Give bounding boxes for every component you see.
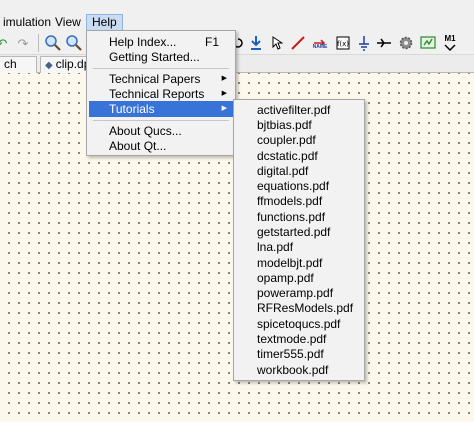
equation-icon[interactable]: f(x) bbox=[333, 33, 353, 53]
gear-icon[interactable] bbox=[396, 33, 416, 53]
tutorial-item[interactable]: functions.pdf bbox=[236, 210, 362, 225]
menu-item-about-qucs[interactable]: About Qucs... bbox=[89, 123, 233, 139]
menu-item-technical-papers[interactable]: Technical Papers ▶ bbox=[89, 71, 233, 87]
document-tabbar: ch ◆ clip.dp bbox=[0, 55, 474, 73]
tutorial-item[interactable]: modelbjt.pdf bbox=[236, 256, 362, 271]
help-index-label: Help Index... bbox=[109, 35, 177, 49]
menu-item-about-qt[interactable]: About Qt... bbox=[89, 138, 233, 154]
model-icon[interactable]: M1 bbox=[440, 33, 460, 53]
ground-icon[interactable] bbox=[354, 33, 374, 53]
undo-icon[interactable]: ↶ bbox=[0, 33, 12, 53]
help-menu: Help Index... F1 Getting Started... Tech… bbox=[86, 30, 236, 156]
wire-icon[interactable] bbox=[288, 33, 308, 53]
tutorial-item[interactable]: getstarted.pdf bbox=[236, 225, 362, 240]
tab-clip[interactable]: ◆ clip.dp bbox=[40, 56, 88, 73]
tab-schematic[interactable]: ch bbox=[0, 56, 37, 73]
tutorial-item[interactable]: workbook.pdf bbox=[236, 363, 362, 378]
zoom-in-icon[interactable] bbox=[43, 33, 63, 53]
name-label-text: NAME bbox=[312, 43, 328, 50]
tutorial-item[interactable]: spicetoqucs.pdf bbox=[236, 317, 362, 332]
technical-reports-label: Technical Reports bbox=[109, 87, 205, 101]
simulate-icon[interactable] bbox=[418, 33, 438, 53]
toolbar: ↶ ↷ NAME f(x) M1 bbox=[0, 31, 474, 55]
tutorials-label: Tutorials bbox=[109, 102, 155, 116]
tutorial-item[interactable]: coupler.pdf bbox=[236, 133, 362, 148]
menu-item-tutorials[interactable]: Tutorials ▶ bbox=[89, 101, 233, 117]
submenu-arrow-icon: ▶ bbox=[221, 90, 227, 97]
download-arrow-icon[interactable] bbox=[246, 33, 266, 53]
tutorial-item[interactable]: poweramp.pdf bbox=[236, 286, 362, 301]
tutorial-item[interactable]: equations.pdf bbox=[236, 179, 362, 194]
tutorial-item[interactable]: timer555.pdf bbox=[236, 347, 362, 362]
technical-papers-label: Technical Papers bbox=[109, 72, 201, 86]
tutorials-submenu: activefilter.pdf bjtbias.pdf coupler.pdf… bbox=[233, 99, 365, 381]
menu-view[interactable]: View bbox=[50, 14, 86, 31]
label-icon[interactable]: NAME bbox=[310, 33, 330, 53]
tab-schematic-label: ch bbox=[4, 57, 17, 71]
tutorial-item[interactable]: bjtbias.pdf bbox=[236, 118, 362, 133]
menu-item-getting-started[interactable]: Getting Started... bbox=[89, 49, 233, 65]
tab-clip-label: clip.dp bbox=[55, 57, 88, 71]
menu-help[interactable]: Help bbox=[86, 14, 123, 31]
submenu-arrow-icon: ▶ bbox=[221, 75, 227, 82]
submenu-arrow-icon: ▶ bbox=[221, 105, 227, 112]
menu-item-technical-reports[interactable]: Technical Reports ▶ bbox=[89, 86, 233, 102]
help-index-shortcut: F1 bbox=[204, 35, 219, 49]
tutorial-item[interactable]: opamp.pdf bbox=[236, 271, 362, 286]
m1-label-text: M1 bbox=[444, 34, 456, 43]
redo-icon[interactable]: ↷ bbox=[13, 33, 33, 53]
menu-separator bbox=[93, 120, 229, 121]
toolbar-separator bbox=[38, 34, 39, 52]
tutorial-item[interactable]: digital.pdf bbox=[236, 164, 362, 179]
pointer-icon[interactable] bbox=[266, 33, 286, 53]
zoom-out-icon[interactable] bbox=[64, 33, 84, 53]
menu-item-help-index[interactable]: Help Index... F1 bbox=[89, 34, 233, 50]
tutorial-item[interactable]: ffmodels.pdf bbox=[236, 194, 362, 209]
document-icon: ◆ bbox=[45, 60, 53, 71]
tutorial-item[interactable]: dcstatic.pdf bbox=[236, 149, 362, 164]
menu-simulation[interactable]: imulation bbox=[0, 14, 56, 31]
menu-separator bbox=[93, 68, 229, 69]
tutorial-item[interactable]: lna.pdf bbox=[236, 240, 362, 255]
tutorial-item[interactable]: textmode.pdf bbox=[236, 332, 362, 347]
svg-text:f(x): f(x) bbox=[337, 40, 349, 48]
tutorial-item[interactable]: activefilter.pdf bbox=[236, 103, 362, 118]
menu-bar: imulation View Help bbox=[0, 0, 474, 31]
port-icon[interactable] bbox=[374, 33, 394, 53]
tutorial-item[interactable]: RFResModels.pdf bbox=[236, 301, 362, 316]
